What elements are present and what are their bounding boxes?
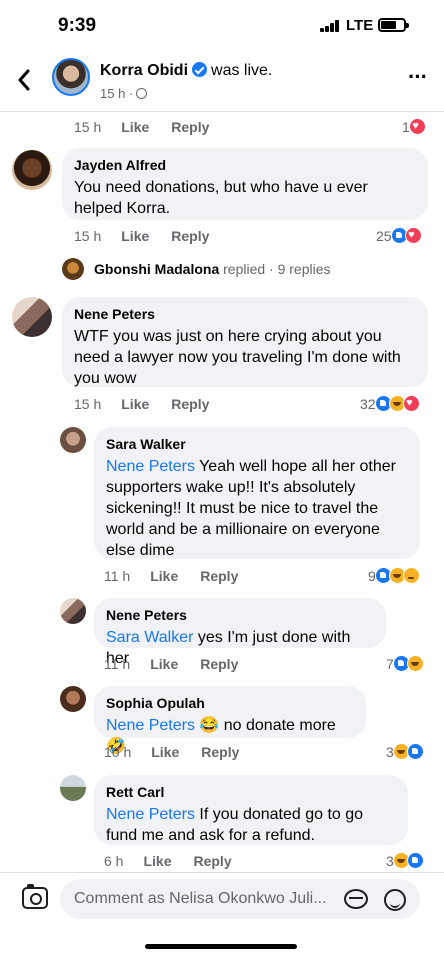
back-button[interactable] bbox=[12, 66, 36, 94]
reply-button[interactable]: Reply bbox=[201, 744, 239, 760]
like-button[interactable]: Like bbox=[150, 568, 178, 584]
love-reaction-icon bbox=[402, 395, 420, 412]
comment-bubble: Rett Carl Nene Peters If you donated go … bbox=[94, 775, 408, 845]
signal-icon bbox=[320, 20, 340, 32]
reply-button[interactable]: Reply bbox=[200, 568, 238, 584]
reply-button[interactable]: Reply bbox=[200, 656, 238, 672]
reaction-summary[interactable]: 1 bbox=[402, 118, 426, 135]
comment-time: 11 h bbox=[104, 568, 131, 584]
comment-actions: 11 h Like Reply bbox=[104, 656, 260, 672]
haha-reaction-icon bbox=[406, 655, 424, 672]
reaction-count: 25 bbox=[376, 227, 392, 244]
reply-count: replied · 9 replies bbox=[223, 261, 331, 277]
post-timestamp: 15 h · bbox=[100, 86, 134, 101]
comment-text: You need donations, but who have u ever … bbox=[74, 179, 368, 217]
status-time: 9:39 bbox=[58, 15, 97, 36]
love-reaction-icon bbox=[408, 118, 426, 135]
like-reaction-icon bbox=[406, 852, 424, 869]
mention-link[interactable]: Nene Peters bbox=[106, 717, 195, 734]
post-header: Korra Obidi was live. 15 h · ··· bbox=[0, 50, 444, 112]
avatar[interactable] bbox=[60, 427, 86, 453]
comment-actions: 15 h Like Reply bbox=[74, 396, 231, 412]
like-button[interactable]: Like bbox=[121, 396, 149, 412]
reaction-summary[interactable]: 25 bbox=[376, 227, 422, 244]
reaction-count: 32 bbox=[360, 395, 376, 412]
avatar[interactable] bbox=[12, 297, 52, 337]
comment-author[interactable]: Rett Carl bbox=[106, 784, 396, 800]
like-reaction-icon bbox=[406, 743, 424, 760]
avatar[interactable] bbox=[60, 686, 86, 712]
avatar[interactable] bbox=[52, 58, 90, 96]
view-replies-link[interactable]: Gbonshi Madalona replied · 9 replies bbox=[94, 261, 331, 277]
reaction-summary[interactable]: 32 bbox=[360, 395, 420, 412]
comment-author[interactable]: Jayden Alfred bbox=[74, 157, 416, 173]
comment-time: 15 h bbox=[74, 119, 102, 135]
love-reaction-icon bbox=[404, 227, 422, 244]
comment-author[interactable]: Sara Walker bbox=[106, 436, 408, 452]
mention-link[interactable]: Nene Peters bbox=[106, 458, 195, 475]
comment-time: 15 h bbox=[74, 228, 102, 244]
like-button[interactable]: Like bbox=[121, 119, 149, 135]
post-meta: 15 h · bbox=[100, 86, 148, 101]
comment-text: Nene Peters If you donated go to go fund… bbox=[106, 804, 396, 846]
avatar[interactable] bbox=[60, 598, 86, 624]
like-button[interactable]: Like bbox=[150, 656, 178, 672]
sad-reaction-icon bbox=[402, 567, 420, 584]
reply-author: Gbonshi Madalona bbox=[94, 261, 220, 277]
comment-bubble: Jayden Alfred You need donations, but wh… bbox=[62, 148, 428, 220]
comment-author[interactable]: Sophia Opulah bbox=[106, 695, 354, 711]
avatar[interactable] bbox=[62, 258, 84, 280]
network-label: LTE bbox=[346, 17, 374, 34]
reaction-summary[interactable]: 3 bbox=[386, 852, 424, 869]
comment-bubble: Sophia Opulah Nene Peters 😂 no donate mo… bbox=[94, 686, 366, 755]
comment-author[interactable]: Nene Peters bbox=[74, 306, 416, 322]
comment-time: 11 h bbox=[104, 656, 131, 672]
mention-link[interactable]: Sara Walker bbox=[106, 629, 193, 646]
comment-text: WTF you was just on here crying about yo… bbox=[74, 328, 401, 387]
header-suffix: was live. bbox=[211, 62, 273, 79]
reaction-summary[interactable]: 3 bbox=[386, 743, 424, 760]
comment-composer: Comment as Nelisa Okonkwo Juli... bbox=[0, 872, 444, 928]
comment-time: 15 h bbox=[74, 396, 102, 412]
emoji-icon[interactable] bbox=[384, 889, 406, 911]
more-options-button[interactable]: ··· bbox=[408, 66, 432, 88]
comment-text: Nene Peters Yeah well hope all her other… bbox=[106, 456, 408, 561]
comment-bubble: Nene Peters Sara Walker yes I'm just don… bbox=[94, 598, 386, 667]
home-indicator[interactable] bbox=[145, 944, 297, 949]
avatar[interactable] bbox=[12, 150, 52, 190]
page-title: Korra Obidi was live. bbox=[100, 62, 272, 80]
like-button[interactable]: Like bbox=[143, 853, 171, 869]
mention-link[interactable]: Nene Peters bbox=[106, 806, 195, 823]
battery-icon bbox=[378, 18, 409, 32]
reaction-summary[interactable]: 7 bbox=[386, 655, 424, 672]
author-name[interactable]: Korra Obidi bbox=[100, 62, 188, 79]
reply-button[interactable]: Reply bbox=[171, 119, 209, 135]
avatar-sticker-icon[interactable] bbox=[344, 889, 368, 909]
comment-actions: 15 h Like Reply bbox=[74, 228, 231, 244]
comment-actions: 6 h Like Reply bbox=[104, 853, 254, 869]
like-button[interactable]: Like bbox=[121, 228, 149, 244]
comment-bubble: Nene Peters WTF you was just on here cry… bbox=[62, 297, 428, 387]
avatar[interactable] bbox=[60, 775, 86, 801]
camera-icon[interactable] bbox=[22, 884, 48, 909]
reaction-summary[interactable]: 9 bbox=[368, 567, 420, 584]
verified-badge-icon bbox=[192, 62, 208, 77]
reply-button[interactable]: Reply bbox=[193, 853, 231, 869]
like-button[interactable]: Like bbox=[151, 744, 179, 760]
chevron-left-icon bbox=[18, 69, 30, 91]
comment-actions: 15 h Like Reply bbox=[74, 119, 231, 135]
status-bar: 9:39 LTE bbox=[0, 0, 444, 50]
comment-bubble: Sara Walker Nene Peters Yeah well hope a… bbox=[94, 427, 420, 559]
comment-time: 6 h bbox=[104, 853, 124, 869]
comment-actions: 11 h Like Reply bbox=[104, 568, 260, 584]
comment-author[interactable]: Nene Peters bbox=[106, 607, 374, 623]
reply-button[interactable]: Reply bbox=[171, 396, 209, 412]
globe-icon bbox=[136, 88, 148, 99]
reply-button[interactable]: Reply bbox=[171, 228, 209, 244]
comment-time: 10 h bbox=[104, 744, 132, 760]
comment-actions: 10 h Like Reply bbox=[104, 744, 261, 760]
